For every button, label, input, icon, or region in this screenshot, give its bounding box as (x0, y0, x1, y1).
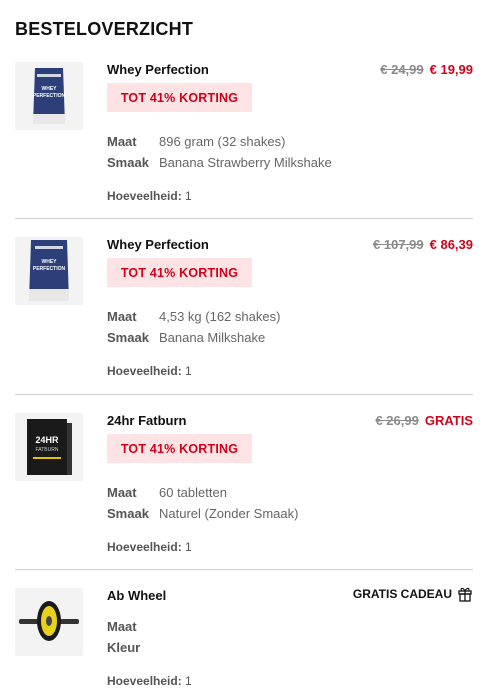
new-price: € 86,39 (429, 237, 473, 252)
quantity-row: Hoeveelheid: 1 (107, 189, 192, 203)
svg-text:PERFECTION: PERFECTION (33, 93, 66, 99)
order-item: 24HR FATBURN 24hr Fatburn € 26,99 GRATIS … (15, 413, 473, 563)
old-price: € 24,99 (380, 62, 424, 77)
flavor-row: Smaak Banana Strawberry Milkshake (107, 155, 332, 170)
product-name[interactable]: 24hr Fatburn (107, 413, 186, 428)
quantity-value: 1 (185, 364, 192, 378)
size-row: Maat 896 gram (32 shakes) (107, 134, 285, 149)
quantity-label: Hoeveelheid: (107, 364, 182, 378)
free-gift-label: GRATIS CADEAU (353, 586, 473, 602)
product-image[interactable] (15, 588, 83, 656)
flavor-row: Smaak Naturel (Zonder Smaak) (107, 506, 298, 521)
size-label: Maat (107, 485, 137, 500)
svg-text:WHEY: WHEY (42, 86, 58, 92)
product-name[interactable]: Whey Perfection (107, 62, 209, 77)
quantity-value: 1 (185, 540, 192, 554)
size-value: 896 gram (32 shakes) (159, 134, 286, 149)
size-label: Maat (107, 134, 137, 149)
whey-bag-image: WHEY PERFECTION (15, 237, 83, 305)
color-label: Kleur (107, 640, 141, 655)
quantity-value: 1 (185, 674, 192, 688)
price: € 26,99 GRATIS (375, 413, 473, 428)
flavor-label: Smaak (107, 155, 149, 170)
svg-text:24HR: 24HR (35, 435, 59, 445)
size-label: Maat (107, 619, 137, 634)
whey-bag-image: WHEY PERFECTION (15, 62, 83, 130)
quantity-row: Hoeveelheid: 1 (107, 674, 192, 688)
page-title: BESTELOVERZICHT (15, 19, 194, 39)
size-row: Maat 4,53 kg (162 shakes) (107, 309, 280, 324)
color-row: Kleur (107, 640, 159, 655)
quantity-row: Hoeveelheid: 1 (107, 540, 192, 554)
flavor-label: Smaak (107, 330, 149, 345)
size-value: 4,53 kg (162 shakes) (159, 309, 281, 324)
product-image[interactable]: WHEY PERFECTION (15, 62, 83, 130)
quantity-label: Hoeveelheid: (107, 189, 182, 203)
new-price: € 19,99 (429, 62, 473, 77)
old-price: € 107,99 (373, 237, 424, 252)
flavor-label: Smaak (107, 506, 149, 521)
flavor-value: Banana Strawberry Milkshake (159, 155, 332, 170)
divider (15, 218, 473, 219)
quantity-label: Hoeveelheid: (107, 540, 182, 554)
svg-text:WHEY: WHEY (42, 259, 58, 265)
flavor-value: Naturel (Zonder Smaak) (159, 506, 299, 521)
flavor-row: Smaak Banana Milkshake (107, 330, 265, 345)
discount-badge: TOT 41% KORTING (107, 258, 252, 287)
old-price: € 26,99 (375, 413, 419, 428)
quantity-label: Hoeveelheid: (107, 674, 182, 688)
order-item: WHEY PERFECTION Whey Perfection € 107,99… (15, 237, 473, 387)
gift-text: GRATIS CADEAU (352, 587, 452, 601)
quantity-row: Hoeveelheid: 1 (107, 364, 192, 378)
product-image[interactable]: 24HR FATBURN (15, 413, 83, 481)
order-item: Ab Wheel GRATIS CADEAU Maat Kleur Hoevee… (15, 586, 473, 698)
divider (15, 569, 473, 570)
price: € 107,99 € 86,39 (373, 237, 473, 252)
svg-text:PERFECTION: PERFECTION (33, 266, 66, 272)
size-row: Maat (107, 619, 159, 634)
flavor-value: Banana Milkshake (159, 330, 266, 345)
new-price: GRATIS (424, 413, 473, 428)
product-name[interactable]: Ab Wheel (107, 588, 166, 603)
divider (15, 394, 473, 395)
discount-badge: TOT 41% KORTING (107, 83, 252, 112)
ab-wheel-image (15, 588, 83, 656)
product-name[interactable]: Whey Perfection (107, 237, 209, 252)
size-row: Maat 60 tabletten (107, 485, 227, 500)
fatburn-box-image: 24HR FATBURN (15, 413, 83, 481)
size-value: 60 tabletten (159, 485, 227, 500)
svg-text:FATBURN: FATBURN (36, 447, 59, 453)
price: € 24,99 € 19,99 (380, 62, 473, 77)
product-image[interactable]: WHEY PERFECTION (15, 237, 83, 305)
size-label: Maat (107, 309, 137, 324)
discount-badge: TOT 41% KORTING (107, 434, 252, 463)
gift-icon (458, 587, 472, 602)
quantity-value: 1 (185, 189, 192, 203)
order-item: WHEY PERFECTION Whey Perfection € 24,99 €… (15, 62, 473, 212)
